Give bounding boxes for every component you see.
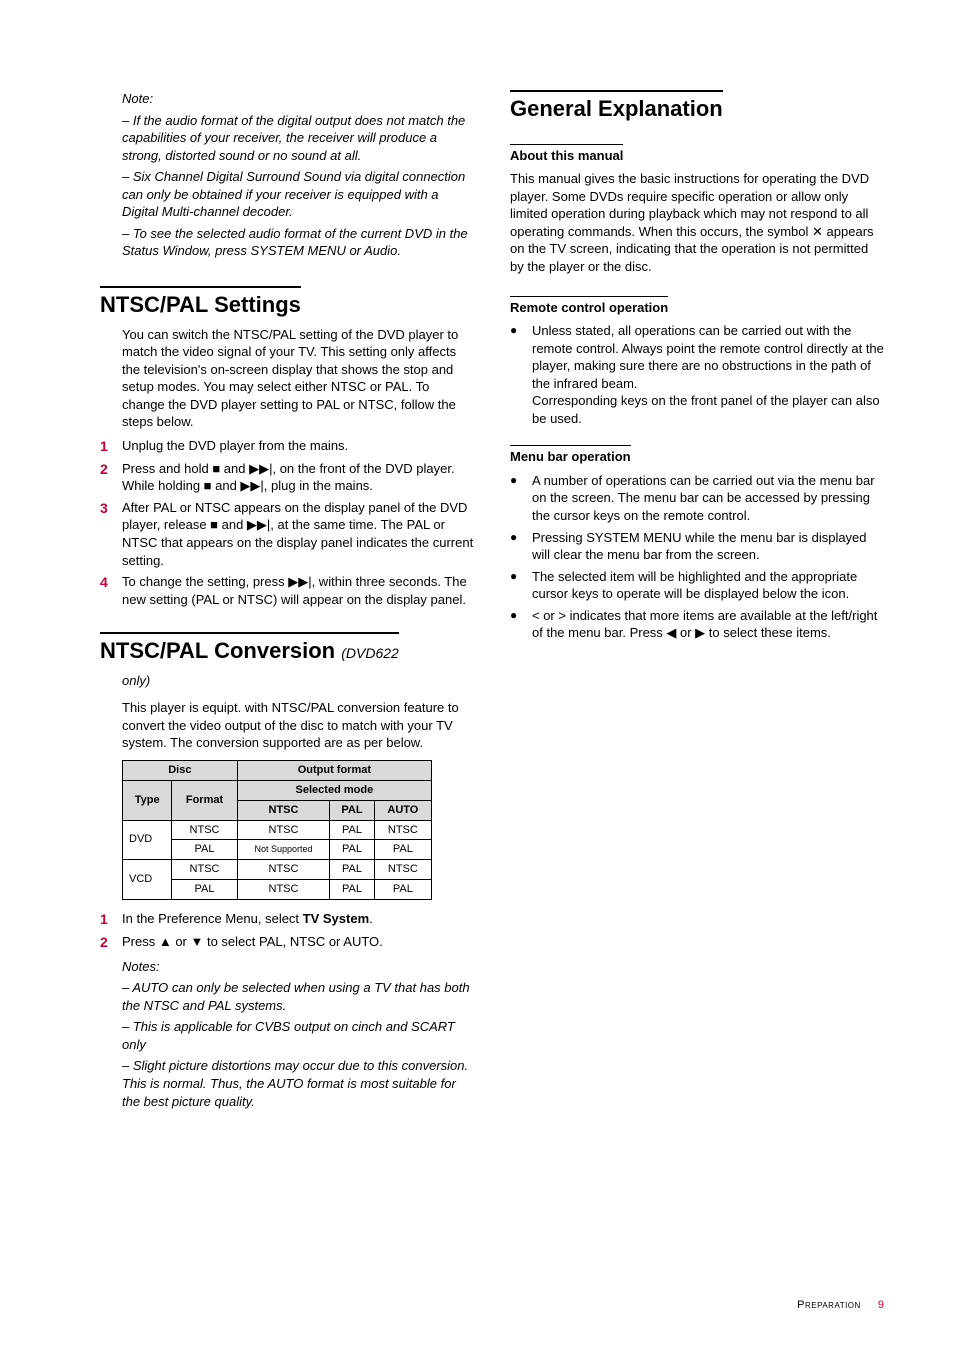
step-number: 3 [100,499,122,569]
step-text: Unplug the DVD player from the mains. [122,437,474,456]
bullet-row: ● The selected item will be highlighted … [510,568,884,603]
step-text: In the Preference Menu, select TV System… [122,910,474,929]
notes-heading: Notes: [122,958,474,976]
bullet-text: Unless stated, all operations can be car… [532,322,884,427]
bullet-row: ● A number of operations can be carried … [510,472,884,525]
step-row: 1 Unplug the DVD player from the mains. [100,437,474,456]
th-disc: Disc [123,761,238,781]
cross-icon: ✕ [812,224,823,239]
th-format: Format [172,780,237,820]
top-note: Note: – If the audio format of the digit… [122,90,474,260]
subheading-about: About this manual [510,144,623,165]
step-number: 1 [100,910,122,929]
subheading-remote: Remote control operation [510,296,668,317]
note-line: – To see the selected audio format of th… [122,225,474,260]
bullet-icon: ● [510,568,532,603]
ntsc-settings-intro: You can switch the NTSC/PAL setting of t… [122,326,474,431]
th-pal: PAL [330,800,375,820]
step-number: 4 [100,573,122,608]
note-line: – AUTO can only be selected when using a… [122,979,474,1014]
heading-ntsc-settings: NTSC/PAL Settings [100,286,301,320]
about-body: This manual gives the basic instructions… [510,170,884,275]
heading-general: General Explanation [510,90,723,124]
conversion-table: Disc Output format Type Format Selected … [122,760,432,900]
bullet-row: ● Unless stated, all operations can be c… [510,322,884,427]
dvd-ref: (DVD622 [341,645,399,661]
note-line: – Six Channel Digital Surround Sound via… [122,168,474,221]
step-text: Press ▲ or ▼ to select PAL, NTSC or AUTO… [122,933,474,952]
step-number: 2 [100,933,122,952]
only-label: only) [122,672,474,690]
left-column: Note: – If the audio format of the digit… [100,90,474,1116]
step-row: 1 In the Preference Menu, select TV Syst… [100,910,474,929]
bullet-icon: ● [510,607,532,642]
step-text: Press and hold ■ and ▶▶|, on the front o… [122,460,474,495]
step-text: After PAL or NTSC appears on the display… [122,499,474,569]
conv-notes: Notes: – AUTO can only be selected when … [122,958,474,1110]
bullet-icon: ● [510,322,532,427]
step-row: 2 Press and hold ■ and ▶▶|, on the front… [100,460,474,495]
step-number: 2 [100,460,122,495]
page-footer: Preparation 9 [797,1298,884,1313]
ntsc-conv-intro: This player is equipt. with NTSC/PAL con… [122,699,474,752]
bullet-icon: ● [510,472,532,525]
bullet-row: ● Pressing SYSTEM MENU while the menu ba… [510,529,884,564]
step-row: 2 Press ▲ or ▼ to select PAL, NTSC or AU… [100,933,474,952]
step-number: 1 [100,437,122,456]
table-row: VCD NTSC NTSC PAL NTSC [123,860,432,880]
th-ntsc: NTSC [237,800,329,820]
footer-label: Preparation [797,1299,861,1311]
bullet-row: ● < or > indicates that more items are a… [510,607,884,642]
bullet-text: Pressing SYSTEM MENU while the menu bar … [532,529,884,564]
step-row: 4 To change the setting, press ▶▶|, with… [100,573,474,608]
note-line: – If the audio format of the digital out… [122,112,474,165]
page-number: 9 [878,1299,884,1311]
note-heading: Note: [122,90,474,108]
step-text: To change the setting, press ▶▶|, within… [122,573,474,608]
th-auto: AUTO [374,800,431,820]
note-line: – This is applicable for CVBS output on … [122,1018,474,1053]
bullet-icon: ● [510,529,532,564]
th-type: Type [123,780,172,820]
bullet-text: < or > indicates that more items are ava… [532,607,884,642]
th-output: Output format [237,761,431,781]
table-row: DVD NTSC NTSC PAL NTSC [123,820,432,840]
bullet-text: A number of operations can be carried ou… [532,472,884,525]
right-column: General Explanation About this manual Th… [510,90,884,1116]
note-line: – Slight picture distortions may occur d… [122,1057,474,1110]
subheading-menubar: Menu bar operation [510,445,631,466]
bullet-text: The selected item will be highlighted an… [532,568,884,603]
heading-ntsc-conversion: NTSC/PAL Conversion (DVD622 [100,632,399,666]
th-selected: Selected mode [237,780,431,800]
step-row: 3 After PAL or NTSC appears on the displ… [100,499,474,569]
